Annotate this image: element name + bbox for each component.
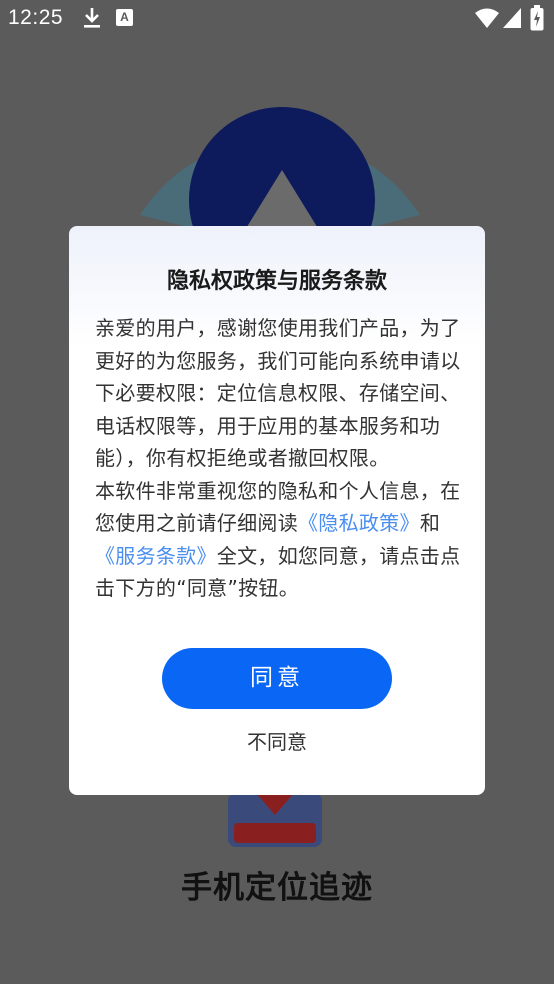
privacy-policy-link[interactable]: 《隐私政策》 — [298, 511, 420, 535]
status-time: 12:25 — [8, 6, 64, 29]
app-icon — [228, 793, 322, 847]
wifi-icon — [475, 8, 499, 28]
battery-icon — [530, 5, 544, 31]
download-icon — [84, 8, 100, 28]
font-notification-icon: A — [116, 9, 133, 26]
signal-icon — [503, 8, 521, 28]
splash-logo-icon — [140, 107, 420, 230]
terms-of-service-link[interactable]: 《服务条款》 — [95, 544, 217, 568]
dialog-title: 隐私权政策与服务条款 — [166, 269, 387, 294]
consent-text-2: 和 — [419, 511, 441, 535]
dialog-body: 亲爱的用户，感谢您使用我们产品，为了更好的为您服务，我们可能向系统申请以下必要权… — [95, 312, 463, 605]
agree-button[interactable]: 同意 — [162, 648, 392, 709]
permission-paragraph: 亲爱的用户，感谢您使用我们产品，为了更好的为您服务，我们可能向系统申请以下必要权… — [95, 316, 461, 470]
privacy-dialog: 隐私权政策与服务条款 亲爱的用户，感谢您使用我们产品，为了更好的为您服务，我们可… — [69, 226, 485, 795]
disagree-button[interactable]: 不同意 — [177, 724, 377, 760]
app-title: 手机定位追迹 — [181, 870, 373, 906]
status-bar: 12:25 A — [0, 0, 554, 38]
consent-paragraph: 本软件非常重视您的隐私和个人信息，在您使用之前请仔细阅读《隐私政策》和《服务条款… — [95, 475, 463, 605]
